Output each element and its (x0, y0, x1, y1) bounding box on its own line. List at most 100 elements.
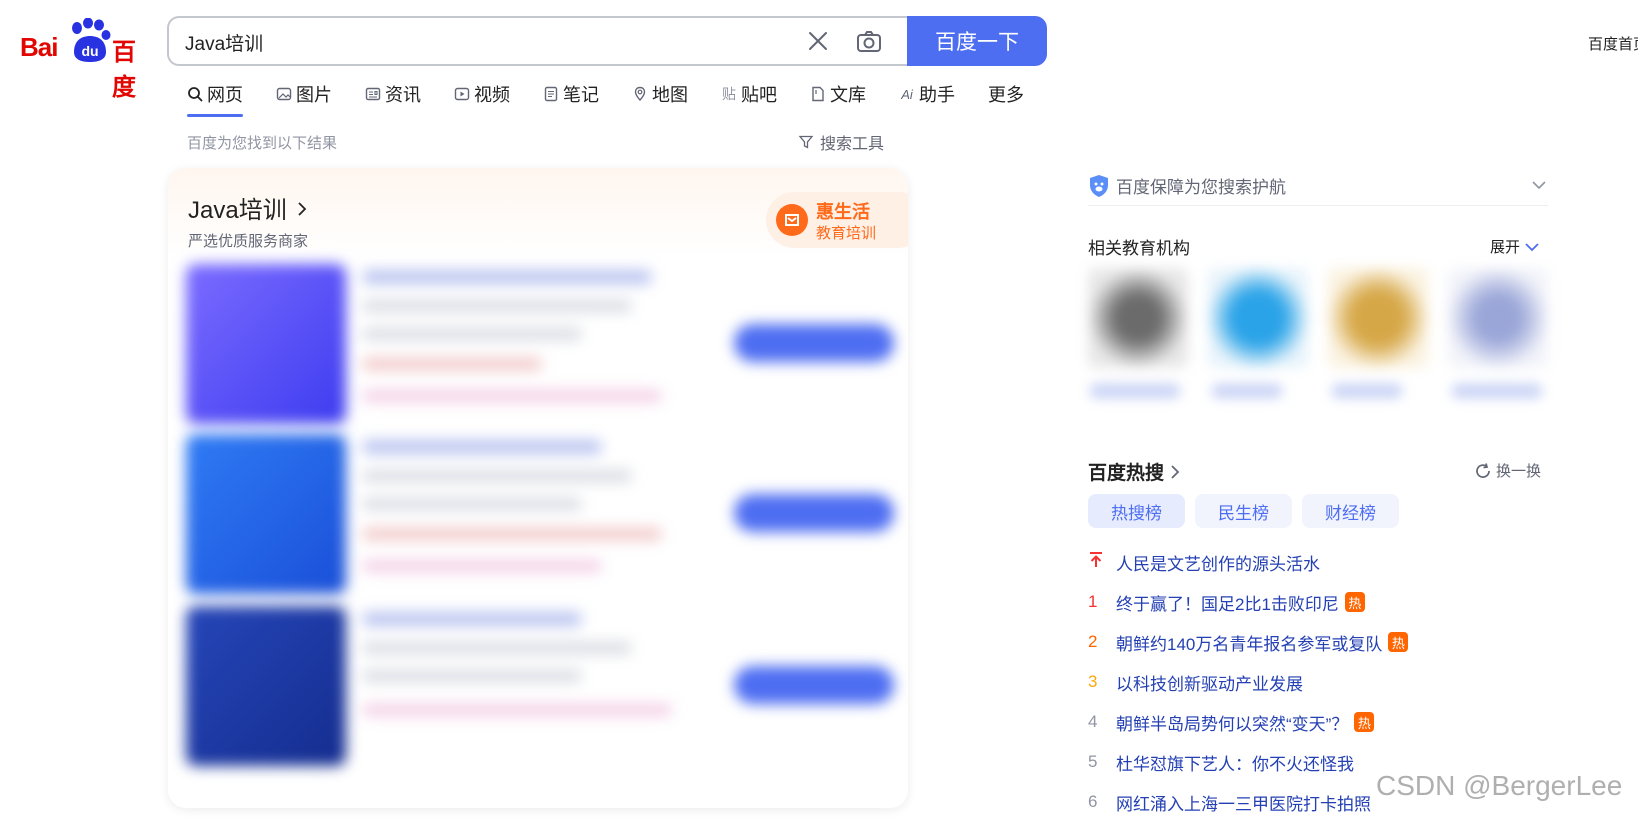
hot-item-text: 以科技创新驱动产业发展 (1116, 674, 1303, 694)
ad-listing-3[interactable] (186, 606, 894, 776)
ad-info-blur (362, 300, 632, 312)
chevron-down-icon (1525, 242, 1539, 251)
hot-rank: 5 (1088, 752, 1098, 771)
hot-item[interactable]: 4 朝鲜半岛局势何以突然“变天”？ 热 (1088, 702, 1548, 742)
huishenghuo-name: 惠生活 (816, 202, 870, 222)
related-expand-button[interactable]: 展开 (1490, 236, 1540, 257)
card-subtitle: 严选优质服务商家 (188, 233, 309, 250)
tab-video[interactable]: 视频 (454, 80, 510, 108)
institution-name-blur[interactable] (1212, 384, 1282, 398)
ad-thumbnail (186, 606, 346, 766)
service-card: Java培训 严选优质服务商家 惠生活 教育培训 (168, 168, 908, 808)
ad-action-button[interactable] (734, 324, 894, 362)
search-button[interactable]: 百度一下 (907, 16, 1047, 66)
chevron-right-icon (298, 202, 307, 216)
ad-action-button[interactable] (734, 666, 894, 704)
chevron-right-icon (1171, 464, 1180, 479)
institution-logo[interactable] (1328, 268, 1428, 368)
hot-item-text: 终于赢了！国足2比1击败印尼 (1116, 594, 1339, 614)
tab-assistant[interactable]: Ai 助手 (899, 80, 955, 108)
huishenghuo-logo-icon (776, 204, 808, 236)
tab-web[interactable]: 网页 (187, 80, 243, 117)
hot-badge: 热 (1344, 592, 1365, 612)
ad-title-blur (362, 612, 582, 626)
tab-label: 资讯 (385, 85, 421, 105)
tieba-icon: 贴 (722, 86, 736, 102)
hot-item-text: 朝鲜约140万名青年报名参军或复队 (1116, 634, 1383, 654)
hot-item-text: 网红涌入上海一三甲医院打卡拍照 (1116, 794, 1371, 814)
hot-item-text: 杜华怼旗下艺人：你不火还怪我 (1116, 754, 1354, 774)
logo-text-du: du (81, 43, 98, 59)
hot-rank: 6 (1088, 792, 1098, 811)
institution-name-blur[interactable] (1452, 384, 1542, 398)
ad-thumbnail (186, 264, 346, 424)
hot-tabs: 热搜榜 民生榜 财经榜 (1088, 494, 1399, 528)
institution-logo[interactable] (1448, 268, 1548, 368)
result-count: 百度为您找到以下结果 (187, 135, 338, 152)
hot-tab-trending[interactable]: 热搜榜 (1088, 494, 1185, 528)
camera-icon[interactable] (855, 28, 883, 56)
hot-item[interactable]: 1 终于赢了！国足2比1击败印尼 热 (1088, 582, 1548, 622)
search-tools-button[interactable]: 搜索工具 (798, 130, 884, 154)
tab-label: 视频 (474, 85, 510, 105)
tab-label: 更多 (988, 85, 1024, 105)
hot-item-text: 人民是文艺创作的源头活水 (1116, 554, 1320, 574)
tab-images[interactable]: 图片 (276, 80, 332, 108)
ad-info-blur (362, 528, 662, 540)
search-tabs: 网页 图片 资讯 视频 笔记 地图 贴 贴吧 文库 Ai 助手 更多 (187, 80, 1057, 117)
search-input[interactable] (185, 28, 745, 56)
paw-icon: du (72, 18, 111, 62)
ad-listing-2[interactable] (186, 434, 894, 604)
ad-info-blur (362, 390, 662, 402)
baidu-logo[interactable]: Bai du 百度 (20, 18, 150, 101)
wenku-icon (812, 86, 824, 102)
search-protection-banner[interactable]: 百度保障为您搜索护航 (1088, 166, 1548, 206)
ad-action-button[interactable] (734, 494, 894, 532)
hot-tab-finance[interactable]: 财经榜 (1302, 494, 1399, 528)
home-link[interactable]: 百度首页 (1588, 33, 1638, 54)
tab-map[interactable]: 地图 (632, 80, 688, 108)
hot-tab-livelihood[interactable]: 民生榜 (1195, 494, 1292, 528)
hot-rank: 3 (1088, 672, 1098, 691)
tab-label: 贴吧 (741, 85, 777, 105)
hot-item[interactable]: 3 以科技创新驱动产业发展 (1088, 662, 1548, 702)
related-institutions-list (1088, 268, 1548, 428)
institution-logo[interactable] (1208, 268, 1308, 368)
card-title[interactable]: Java培训 (188, 190, 309, 225)
tab-label: 网页 (207, 85, 243, 105)
tab-tieba[interactable]: 贴 贴吧 (721, 80, 777, 108)
shield-icon (1090, 174, 1108, 197)
card-title-text: Java培训 (188, 197, 287, 224)
huishenghuo-badge[interactable]: 惠生活 教育培训 (766, 192, 908, 248)
ad-listing-1[interactable] (186, 264, 894, 434)
tab-label: 笔记 (563, 85, 599, 105)
tab-news[interactable]: 资讯 (365, 80, 421, 108)
hot-search-title[interactable]: 百度热搜 (1088, 458, 1182, 485)
hot-item-pinned[interactable]: 人民是文艺创作的源头活水 (1088, 542, 1548, 582)
expand-label: 展开 (1490, 239, 1521, 256)
hot-item-text: 朝鲜半岛局势何以突然“变天”？ (1116, 714, 1349, 734)
logo-text-bai: Bai (20, 32, 58, 62)
ad-info-blur (362, 704, 672, 716)
tab-label: 助手 (919, 85, 955, 105)
refresh-label: 换一换 (1496, 463, 1542, 480)
protection-text: 百度保障为您搜索护航 (1116, 178, 1286, 197)
ad-title-blur (362, 440, 602, 454)
hot-item[interactable]: 2 朝鲜约140万名青年报名参军或复队 热 (1088, 622, 1548, 662)
hot-rank: 2 (1088, 632, 1098, 651)
hot-refresh-button[interactable]: 换一换 (1474, 460, 1541, 481)
huishenghuo-desc: 教育培训 (816, 225, 877, 242)
ad-info-blur (362, 470, 632, 482)
chevron-down-icon[interactable] (1530, 176, 1548, 194)
csdn-watermark: CSDN @BergerLee (1376, 770, 1623, 801)
institution-name-blur[interactable] (1332, 384, 1402, 398)
institution-name-blur[interactable] (1090, 384, 1180, 398)
clear-icon[interactable] (805, 28, 831, 54)
tab-wenku[interactable]: 文库 (810, 80, 866, 108)
tab-notes[interactable]: 笔记 (543, 80, 599, 108)
ad-info-blur (362, 670, 582, 682)
logo-text-cn: 百度 (112, 39, 136, 101)
institution-logo[interactable] (1088, 268, 1188, 368)
tab-more[interactable]: 更多 (988, 80, 1024, 108)
map-icon (634, 86, 646, 102)
